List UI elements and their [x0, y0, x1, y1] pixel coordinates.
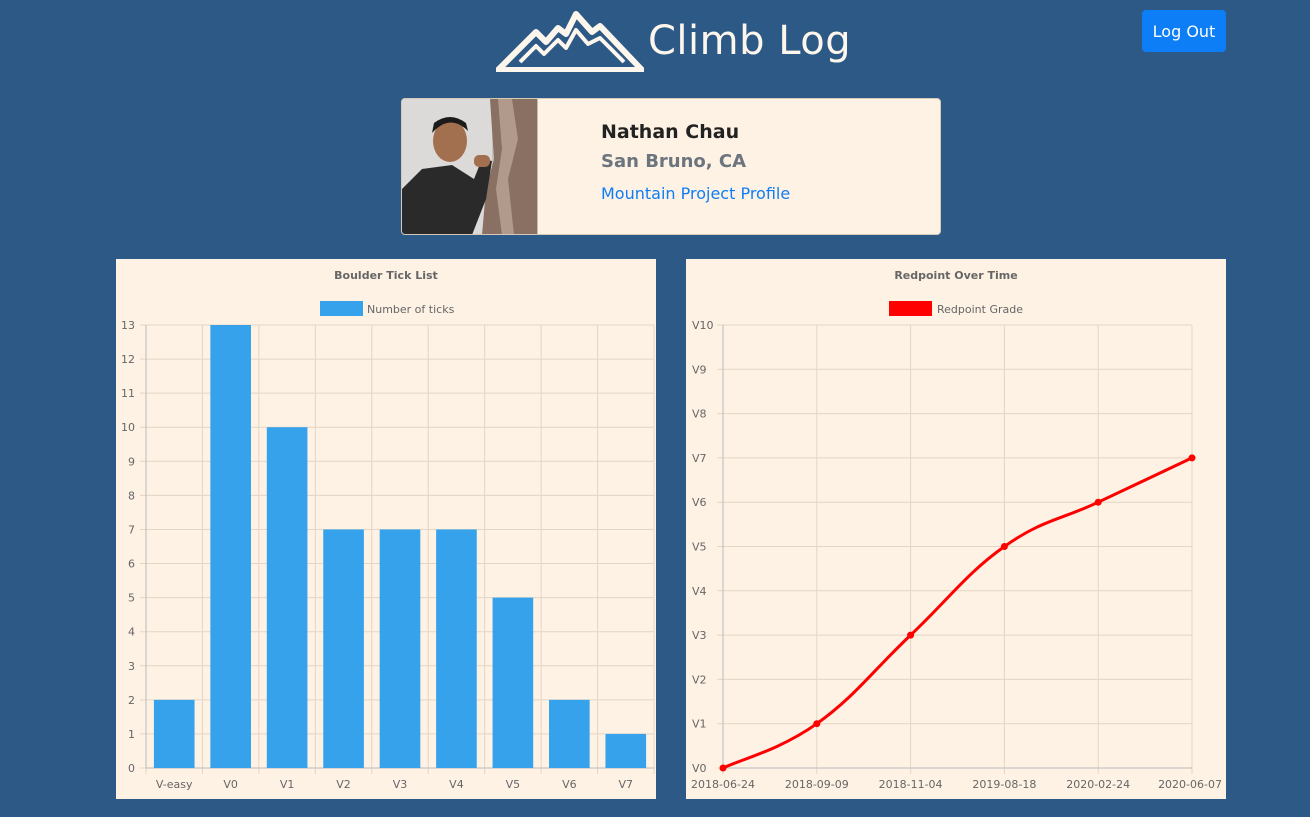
y-tick-label: V4 [692, 585, 707, 598]
brand: Climb Log [496, 10, 851, 72]
y-tick-label: 3 [128, 660, 135, 673]
x-tick-label: 2018-06-24 [691, 778, 755, 791]
mountain-icon [496, 11, 644, 72]
x-tick-label: V0 [223, 778, 238, 791]
y-tick-label: V0 [692, 762, 707, 775]
y-tick-label: 2 [128, 694, 135, 707]
y-tick-label: 10 [121, 421, 135, 434]
x-tick-label: 2020-06-07 [1158, 778, 1222, 791]
app-title: Climb Log [648, 18, 852, 64]
y-tick-label: 5 [128, 592, 135, 605]
y-tick-label: 0 [128, 762, 135, 775]
y-tick-label: V5 [692, 541, 707, 554]
bar [323, 529, 364, 768]
x-tick-label: 2018-11-04 [879, 778, 943, 791]
profile-card: Nathan Chau San Bruno, CA Mountain Proje… [401, 98, 941, 235]
legend-label: Number of ticks [367, 303, 455, 316]
data-point [907, 631, 915, 639]
bar [605, 733, 647, 768]
profile-location: San Bruno, CA [601, 151, 747, 172]
data-point [813, 720, 821, 728]
logout-button[interactable]: Log Out [1142, 10, 1226, 52]
x-tick-label: V5 [506, 778, 521, 791]
x-tick-label: 2019-08-18 [972, 778, 1036, 791]
bar [266, 427, 308, 768]
x-tick-label: V-easy [156, 778, 193, 791]
legend-swatch [320, 301, 363, 316]
y-tick-label: 8 [128, 489, 135, 502]
data-point [1188, 454, 1196, 462]
y-tick-label: V2 [692, 673, 707, 686]
bar [436, 529, 477, 768]
y-tick-label: 7 [128, 523, 135, 536]
bar [153, 699, 195, 768]
chart-title: Boulder Tick List [334, 269, 438, 282]
bar [492, 597, 534, 768]
bar-chart-canvas: Boulder Tick ListNumber of ticks01234567… [121, 269, 655, 791]
line-chart-canvas: Redpoint Over Time Redpoint Grade V0 V1 V2 V3… [691, 269, 1222, 791]
bar [549, 699, 590, 768]
data-point [1094, 498, 1102, 506]
x-tick-label: V7 [619, 778, 634, 791]
y-tick-label: 4 [128, 626, 135, 639]
data-point [719, 764, 727, 772]
y-tick-label: V6 [692, 496, 707, 509]
boulder-tick-chart: Boulder Tick List Number of ticks 0 1 2 3 4 5 6 7… [116, 259, 656, 799]
x-tick-label: 2020-02-24 [1066, 778, 1130, 791]
y-tick-label: V1 [692, 718, 707, 731]
x-tick-label: 2018-09-09 [785, 778, 849, 791]
y-tick-label: V8 [692, 408, 707, 421]
bar [210, 325, 251, 768]
x-tick-label: V2 [336, 778, 351, 791]
mountain-project-link[interactable]: Mountain Project Profile [601, 184, 790, 203]
y-tick-label: 11 [121, 387, 135, 400]
y-tick-label: 1 [128, 728, 135, 741]
y-tick-label: V3 [692, 629, 707, 642]
y-tick-label: 13 [121, 319, 135, 332]
y-tick-label: V9 [692, 363, 707, 376]
y-tick-label: 12 [121, 353, 135, 366]
legend-label: Redpoint Grade [937, 303, 1023, 316]
y-tick-label: 6 [128, 558, 135, 571]
y-tick-label: V7 [692, 452, 707, 465]
profile-name: Nathan Chau [601, 121, 740, 143]
x-tick-label: V4 [449, 778, 464, 791]
avatar [402, 99, 538, 234]
x-tick-label: V6 [562, 778, 577, 791]
y-tick-label: 9 [128, 455, 135, 468]
bar [379, 529, 421, 768]
data-point [1000, 543, 1008, 550]
legend-swatch [889, 301, 932, 316]
x-tick-label: V1 [280, 778, 295, 791]
chart-title: Redpoint Over Time [894, 269, 1017, 282]
y-tick-label: V10 [692, 319, 714, 332]
series-line [722, 456, 1193, 770]
x-tick-label: V3 [393, 778, 408, 791]
redpoint-chart: Redpoint Over Time Redpoint Grade V0 V1 V2 V3… [686, 259, 1226, 799]
